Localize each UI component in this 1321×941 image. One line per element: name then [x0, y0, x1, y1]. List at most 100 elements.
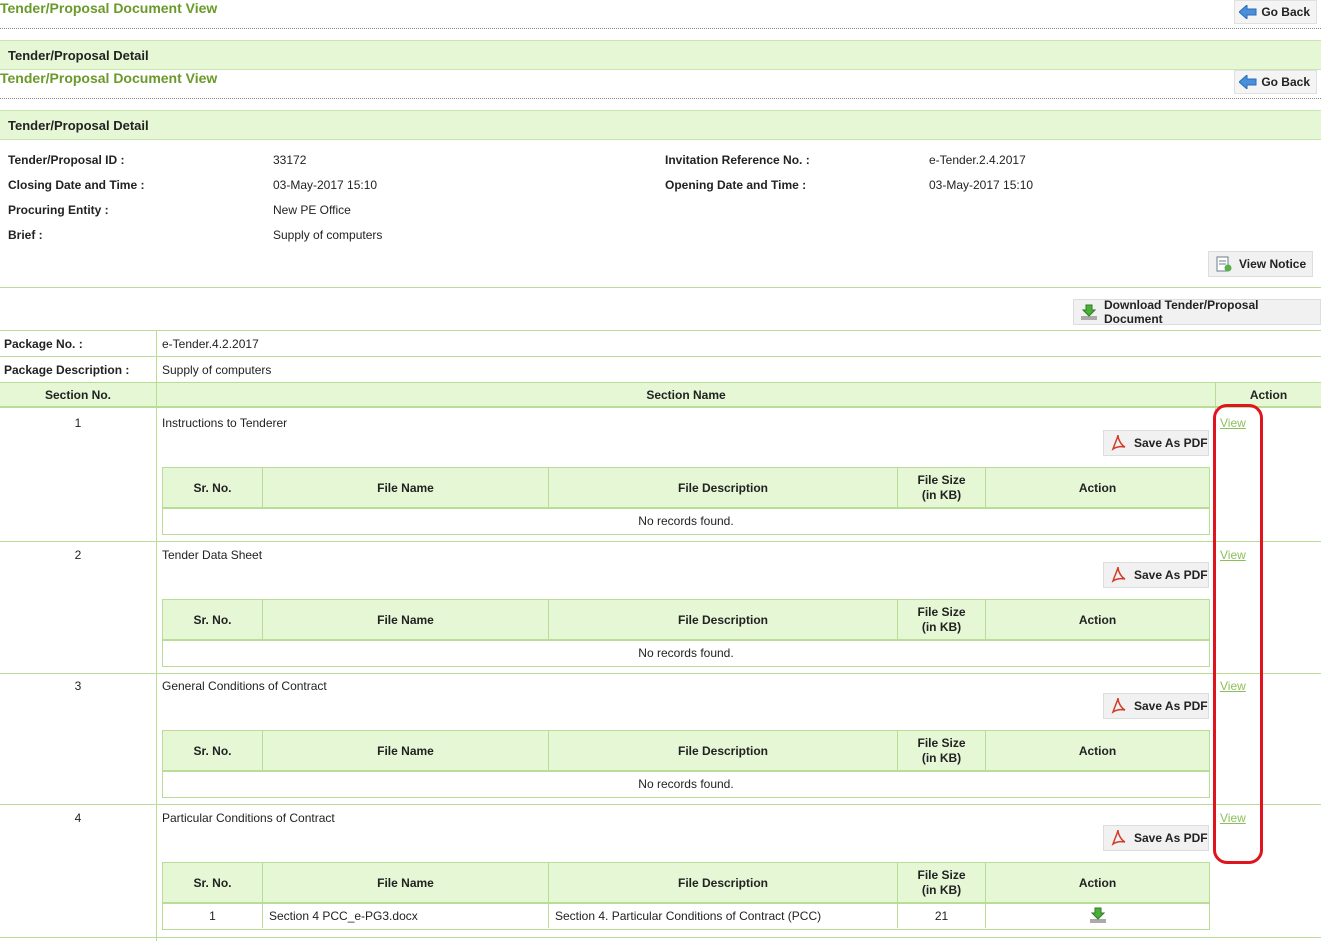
- tender-id-label: Tender/Proposal ID :: [8, 153, 125, 167]
- save-as-pdf-label: Save As PDF: [1134, 568, 1208, 582]
- pdf-icon: [1110, 566, 1126, 584]
- col-file-description: File Description: [549, 731, 898, 771]
- no-records-text: No records found.: [638, 514, 734, 528]
- closing-date-value: 03-May-2017 15:10: [273, 178, 378, 192]
- col-file-name: File Name: [263, 863, 549, 903]
- view-link[interactable]: View: [1220, 548, 1246, 562]
- col-file-description: File Description: [549, 863, 898, 903]
- divider: [0, 28, 1321, 29]
- col-file-description: File Description: [549, 468, 898, 508]
- save-as-pdf-button[interactable]: Save As PDF: [1103, 693, 1209, 719]
- view-link[interactable]: View: [1220, 679, 1246, 693]
- files-table-header: Sr. No. File Name File Description File …: [162, 467, 1210, 509]
- package-no-value: e-Tender.4.2.2017: [162, 337, 259, 351]
- opening-date-label: Opening Date and Time :: [665, 178, 807, 192]
- brief-value: Supply of computers: [273, 228, 383, 242]
- go-back-button[interactable]: Go Back: [1234, 70, 1317, 94]
- section-header: Tender/Proposal Detail: [0, 110, 1321, 140]
- files-table-header: Sr. No. File Name File Description File …: [162, 599, 1210, 641]
- table-row: 1 Section 4 PCC_e-PG3.docx Section 4. Pa…: [162, 904, 1210, 930]
- view-link[interactable]: View: [1220, 416, 1246, 430]
- files-table-body: No records found.: [162, 641, 1210, 667]
- save-as-pdf-button[interactable]: Save As PDF: [1103, 562, 1209, 588]
- file-download-button[interactable]: [986, 904, 1209, 928]
- section-name: Particular Conditions of Contract: [162, 811, 335, 825]
- col-file-action: Action: [1078, 612, 1117, 627]
- invitation-ref-value: e-Tender.2.4.2017: [929, 153, 1026, 167]
- download-document-button[interactable]: Download Tender/Proposal Document: [1073, 298, 1321, 326]
- section-title: Tender/Proposal Detail: [8, 117, 149, 133]
- section-name: Instructions to Tenderer: [162, 416, 288, 430]
- divider: [0, 541, 1321, 542]
- save-as-pdf-button[interactable]: Save As PDF: [1103, 825, 1209, 851]
- col-sr-no: Sr. No.: [163, 468, 263, 508]
- download-icon: [1089, 906, 1107, 927]
- divider: [156, 330, 157, 941]
- col-file-size: File Size (in KB): [898, 468, 986, 508]
- view-notice-button[interactable]: View Notice: [1208, 251, 1314, 277]
- col-sr-no: Sr. No.: [163, 600, 263, 640]
- page-title: Tender/Proposal Document View: [0, 70, 218, 86]
- invitation-ref-label: Invitation Reference No. :: [665, 153, 810, 167]
- tender-id-value: 33172: [273, 153, 307, 167]
- procuring-entity-label: Procuring Entity :: [8, 203, 109, 217]
- download-icon: [1080, 303, 1098, 321]
- save-as-pdf-label: Save As PDF: [1134, 699, 1208, 713]
- package-desc-value: Supply of computers: [162, 363, 272, 377]
- opening-date-value: 03-May-2017 15:10: [929, 178, 1034, 192]
- no-records-text: No records found.: [638, 646, 734, 660]
- col-file-size: File Size (in KB): [898, 863, 986, 903]
- divider: [0, 356, 1321, 357]
- go-back-button-top[interactable]: Go Back: [1234, 0, 1317, 24]
- file-size: 21: [898, 904, 986, 928]
- divider: [1215, 382, 1216, 410]
- sections-table-header: Section No. Section Name Action: [0, 382, 1321, 408]
- col-file-name: File Name: [263, 468, 549, 508]
- procuring-entity-value: New PE Office: [273, 203, 351, 217]
- brief-label: Brief :: [8, 228, 43, 242]
- save-as-pdf-label: Save As PDF: [1134, 436, 1208, 450]
- go-back-label: Go Back: [1261, 75, 1310, 89]
- page-title-top: Tender/Proposal Document View: [0, 0, 218, 16]
- closing-date-label: Closing Date and Time :: [8, 178, 145, 192]
- col-action: Action: [1249, 388, 1288, 402]
- divider: [0, 287, 1321, 288]
- col-section-no: Section No.: [44, 388, 111, 402]
- divider: [0, 937, 1321, 938]
- col-section-name: Section Name: [646, 388, 726, 402]
- notice-icon: [1215, 255, 1233, 273]
- col-sr-no: Sr. No.: [163, 863, 263, 903]
- col-file-size: File Size (in KB): [898, 731, 986, 771]
- package-no-label: Package No. :: [4, 337, 83, 351]
- back-arrow-icon: [1238, 73, 1257, 91]
- col-file-name: File Name: [263, 600, 549, 640]
- divider: [0, 673, 1321, 674]
- col-file-action: Action: [1078, 875, 1117, 890]
- files-table-header: Sr. No. File Name File Description File …: [162, 730, 1210, 772]
- save-as-pdf-button[interactable]: Save As PDF: [1103, 430, 1209, 456]
- pdf-icon: [1110, 697, 1126, 715]
- section-name: General Conditions of Contract: [162, 679, 327, 693]
- section-no: 1: [74, 416, 82, 430]
- package-desc-label: Package Description :: [4, 363, 130, 377]
- file-name: Section 4 PCC_e-PG3.docx: [263, 904, 549, 928]
- pdf-icon: [1110, 829, 1126, 847]
- divider: [0, 98, 1321, 99]
- files-table-body: No records found.: [162, 509, 1210, 535]
- back-arrow-icon: [1238, 3, 1257, 21]
- file-description: Section 4. Particular Conditions of Cont…: [549, 904, 898, 928]
- col-file-action: Action: [1078, 480, 1117, 495]
- save-as-pdf-label: Save As PDF: [1134, 831, 1208, 845]
- section-no: 2: [74, 548, 82, 562]
- download-label: Download Tender/Proposal Document: [1104, 298, 1259, 326]
- view-notice-label: View Notice: [1239, 257, 1307, 271]
- file-sr-no: 1: [163, 904, 263, 928]
- col-sr-no: Sr. No.: [163, 731, 263, 771]
- col-file-size: File Size (in KB): [898, 600, 986, 640]
- highlight-annotation: [1213, 404, 1263, 864]
- no-records-text: No records found.: [638, 777, 734, 791]
- section-title-top: Tender/Proposal Detail: [8, 47, 149, 63]
- col-file-action: Action: [1078, 743, 1117, 758]
- view-link[interactable]: View: [1220, 811, 1246, 825]
- section-header-top: Tender/Proposal Detail: [0, 40, 1321, 70]
